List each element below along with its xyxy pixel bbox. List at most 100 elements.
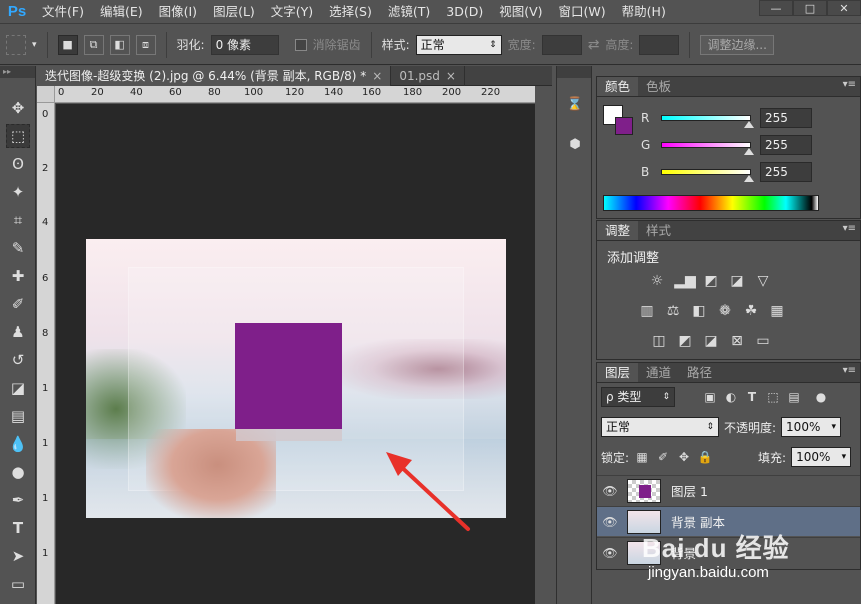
layer-row[interactable]: 👁 背景 副本 bbox=[597, 506, 860, 536]
lock-pixels-icon[interactable]: ✐ bbox=[655, 449, 671, 465]
ruler-origin[interactable] bbox=[37, 86, 55, 103]
threshold-icon[interactable]: ◪ bbox=[701, 331, 721, 351]
levels-icon[interactable]: ▂▆ bbox=[674, 271, 696, 291]
clone-stamp-tool-icon[interactable]: ♟ bbox=[6, 320, 30, 344]
menu-help[interactable]: 帮助(H) bbox=[614, 0, 674, 24]
eraser-tool-icon[interactable]: ◪ bbox=[6, 376, 30, 400]
tab-styles[interactable]: 样式 bbox=[638, 221, 679, 240]
minimize-button[interactable]: — bbox=[759, 0, 793, 16]
menu-select[interactable]: 选择(S) bbox=[321, 0, 380, 24]
curves-icon[interactable]: ◩ bbox=[701, 271, 721, 291]
tab-layers[interactable]: 图层 bbox=[597, 363, 639, 382]
menu-3d[interactable]: 3D(D) bbox=[438, 0, 491, 24]
dock-header[interactable] bbox=[557, 66, 591, 78]
brightness-icon[interactable]: ☼ bbox=[647, 271, 667, 291]
tab-adjustments[interactable]: 调整 bbox=[597, 221, 639, 240]
magic-wand-tool-icon[interactable]: ✦ bbox=[6, 180, 30, 204]
tab-paths[interactable]: 路径 bbox=[679, 363, 720, 382]
healing-brush-tool-icon[interactable]: ✚ bbox=[6, 264, 30, 288]
lock-all-icon[interactable]: 🔒 bbox=[697, 449, 713, 465]
channel-mixer-icon[interactable]: ☘ bbox=[741, 301, 761, 321]
close-tab-icon[interactable]: × bbox=[446, 66, 456, 86]
canvas-area[interactable] bbox=[56, 104, 535, 604]
panel-menu-icon[interactable]: ▾≡ bbox=[843, 79, 856, 90]
color-balance-icon[interactable]: ⚖ bbox=[663, 301, 683, 321]
history-brush-tool-icon[interactable]: ↺ bbox=[6, 348, 30, 372]
brush-tool-icon[interactable]: ✐ bbox=[6, 292, 30, 316]
horizontal-ruler[interactable]: 0 20 40 60 80 100 120 140 160 180 200 22… bbox=[55, 86, 535, 103]
3d-panel-icon[interactable]: ⬢ bbox=[563, 132, 587, 156]
photo-filter-icon[interactable]: ❁ bbox=[715, 301, 735, 321]
green-slider[interactable] bbox=[661, 142, 751, 148]
blur-tool-icon[interactable]: 💧 bbox=[6, 432, 30, 456]
gradient-tool-icon[interactable]: ▤ bbox=[6, 404, 30, 428]
close-button[interactable]: ✕ bbox=[827, 0, 861, 16]
subtract-selection-icon[interactable]: ◧ bbox=[109, 34, 130, 55]
gradient-map-icon[interactable]: ▭ bbox=[753, 331, 773, 351]
chevron-down-icon[interactable]: ▾ bbox=[832, 418, 837, 436]
red-slider-knob-icon[interactable] bbox=[744, 120, 754, 128]
chevron-down-icon[interactable]: ▾ bbox=[842, 448, 847, 466]
fill-input[interactable]: 100% ▾ bbox=[791, 447, 852, 467]
opacity-input[interactable]: 100% ▾ bbox=[781, 417, 842, 437]
tab-document-1[interactable]: 迭代图像-超级变换 (2).jpg @ 6.44% (背景 副本, RGB/8)… bbox=[37, 66, 392, 86]
color-lookup-icon[interactable]: ▦ bbox=[767, 301, 787, 321]
antialias-checkbox[interactable] bbox=[294, 38, 307, 51]
chevron-down-icon[interactable]: ▾ bbox=[32, 40, 37, 50]
dodge-tool-icon[interactable]: ● bbox=[6, 460, 30, 484]
rectangle-tool-icon[interactable]: ▭ bbox=[6, 572, 30, 596]
background-color-swatch[interactable] bbox=[615, 117, 633, 135]
invert-icon[interactable]: ◫ bbox=[649, 331, 669, 351]
eyedropper-tool-icon[interactable]: ✎ bbox=[6, 236, 30, 260]
new-selection-icon[interactable]: ■ bbox=[57, 34, 78, 55]
tab-color[interactable]: 颜色 bbox=[597, 77, 639, 96]
type-tool-icon[interactable]: T bbox=[6, 516, 30, 540]
filter-type-icon[interactable]: T bbox=[744, 389, 760, 405]
filter-shape-icon[interactable]: ⬚ bbox=[765, 389, 781, 405]
history-panel-icon[interactable]: ⌛ bbox=[563, 92, 587, 116]
menu-image[interactable]: 图像(I) bbox=[151, 0, 205, 24]
refine-edge-button[interactable]: 调整边缘... bbox=[700, 34, 774, 55]
rect-marquee-tool-icon[interactable]: ⬚ bbox=[6, 124, 30, 148]
vibrance-icon[interactable]: ▽ bbox=[753, 271, 773, 291]
filter-pixel-icon[interactable]: ▣ bbox=[702, 389, 718, 405]
tab-channels[interactable]: 通道 bbox=[638, 363, 679, 382]
posterize-icon[interactable]: ◩ bbox=[675, 331, 695, 351]
menu-file[interactable]: 文件(F) bbox=[34, 0, 92, 24]
eye-icon[interactable]: 👁 bbox=[597, 515, 623, 529]
collapse-icon[interactable]: ▸▸ bbox=[0, 66, 35, 78]
menu-window[interactable]: 窗口(W) bbox=[551, 0, 614, 24]
blend-mode-select[interactable]: 正常 ⇕ bbox=[601, 417, 719, 437]
menu-edit[interactable]: 编辑(E) bbox=[92, 0, 151, 24]
green-slider-knob-icon[interactable] bbox=[744, 147, 754, 155]
lock-transparent-icon[interactable]: ▦ bbox=[634, 449, 650, 465]
layer-row[interactable]: 👁 图层 1 bbox=[597, 475, 860, 505]
lasso-tool-icon[interactable]: ʘ bbox=[6, 152, 30, 176]
filter-smart-object-icon[interactable]: ▤ bbox=[786, 389, 802, 405]
filter-toggle-icon[interactable]: ● bbox=[813, 389, 829, 405]
red-slider[interactable] bbox=[661, 115, 751, 121]
lock-position-icon[interactable]: ✥ bbox=[676, 449, 692, 465]
eye-icon[interactable]: 👁 bbox=[597, 546, 623, 560]
layer-row[interactable]: 👁 背景 bbox=[597, 537, 860, 567]
add-selection-icon[interactable]: ⧉ bbox=[83, 34, 104, 55]
menu-layer[interactable]: 图层(L) bbox=[205, 0, 263, 24]
blue-slider[interactable] bbox=[661, 169, 751, 175]
hue-saturation-icon[interactable]: ▥ bbox=[637, 301, 657, 321]
feather-input[interactable]: 0 像素 bbox=[210, 34, 279, 55]
document-image[interactable] bbox=[86, 239, 506, 518]
purple-square-layer[interactable] bbox=[235, 323, 342, 429]
eye-icon[interactable]: 👁 bbox=[597, 484, 623, 498]
vertical-ruler[interactable]: 0 2 4 6 8 1 1 1 1 bbox=[37, 103, 55, 604]
black-white-icon[interactable]: ◧ bbox=[689, 301, 709, 321]
intersect-selection-icon[interactable]: ⧈ bbox=[135, 34, 156, 55]
restore-button[interactable]: □ bbox=[793, 0, 827, 16]
blue-value-input[interactable]: 255 bbox=[760, 162, 812, 182]
red-value-input[interactable]: 255 bbox=[760, 108, 812, 128]
style-select[interactable]: 正常 ⇕ bbox=[415, 34, 502, 55]
exposure-icon[interactable]: ◪ bbox=[727, 271, 747, 291]
move-tool-icon[interactable]: ✥ bbox=[6, 96, 30, 120]
blue-slider-knob-icon[interactable] bbox=[744, 174, 754, 182]
color-spectrum-bar[interactable] bbox=[603, 195, 819, 211]
close-tab-icon[interactable]: × bbox=[372, 66, 382, 86]
